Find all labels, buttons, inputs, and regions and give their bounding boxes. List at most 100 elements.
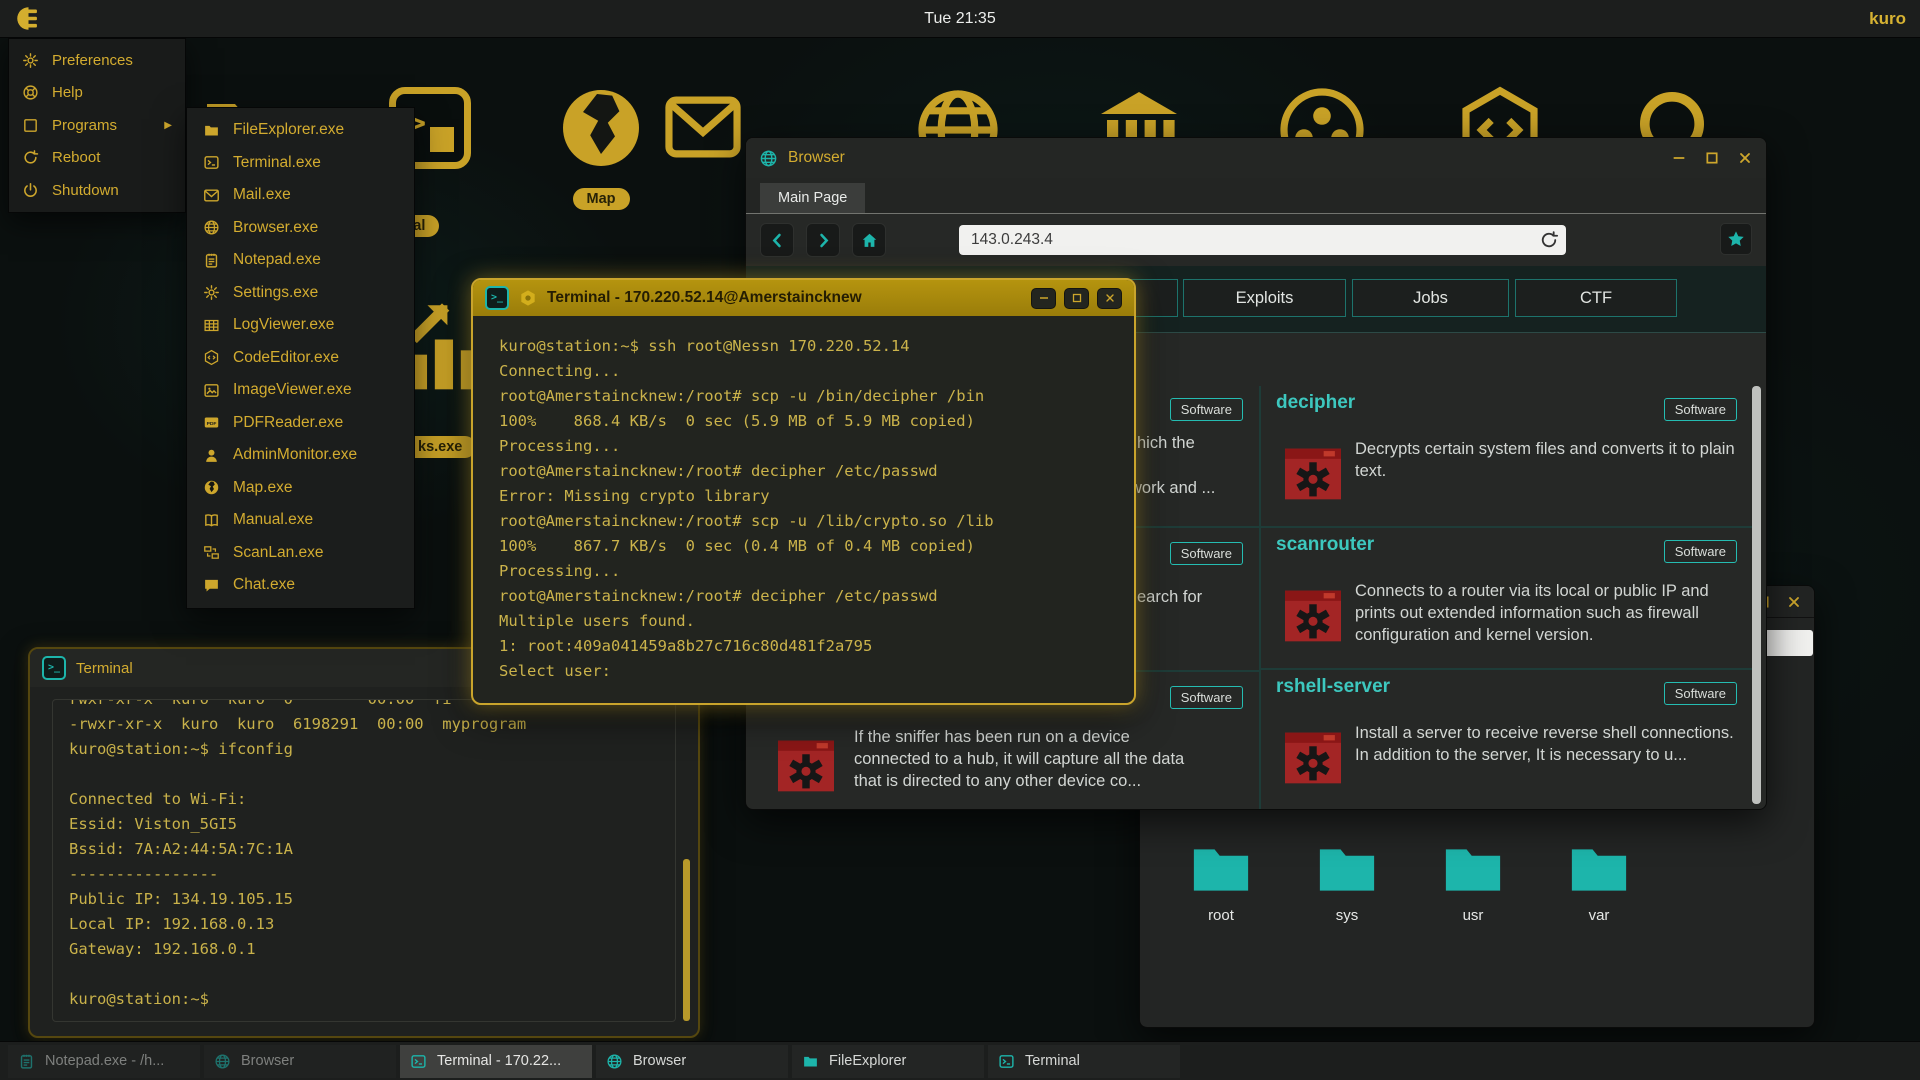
menu-item[interactable]: Reboot: [9, 142, 185, 175]
folder-item[interactable]: usr: [1438, 844, 1508, 924]
taskbar-item[interactable]: Notepad.exe - /h...: [8, 1045, 200, 1078]
terminal-line: Error: Missing crypto library: [499, 484, 1114, 509]
terminal-window-remote: >_ Terminal - 170.220.52.14@Amerstainckn…: [471, 278, 1136, 705]
menu-item[interactable]: Shutdown: [9, 174, 185, 207]
taskbar-item-icon: [606, 1053, 623, 1070]
menu-item[interactable]: CodeEditor.exe: [187, 342, 414, 375]
url-text: 143.0.243.4: [971, 231, 1053, 249]
menu-item[interactable]: ScanLan.exe: [187, 537, 414, 570]
close-button[interactable]: [1097, 288, 1122, 309]
programs-submenu: FileExplorer.exe Terminal.exe Mail.exe B…: [186, 107, 415, 609]
folder-item[interactable]: sys: [1312, 844, 1382, 924]
menu-item[interactable]: Map.exe: [187, 472, 414, 505]
back-button[interactable]: [760, 223, 794, 257]
menu-item-label: Preferences: [52, 52, 133, 69]
terminal-titlebar[interactable]: >_ Terminal - 170.220.52.14@Amerstainckn…: [473, 280, 1134, 316]
tray-icon[interactable]: [1729, 8, 1750, 29]
bookmark-button[interactable]: [1720, 223, 1752, 255]
menu-item[interactable]: Manual.exe: [187, 504, 414, 537]
close-icon: [1104, 292, 1116, 304]
browser-tab-main-page[interactable]: Main Page: [760, 183, 865, 213]
folder-item[interactable]: root: [1186, 844, 1256, 924]
menu-item-icon: [203, 219, 220, 236]
page-tab-exploits[interactable]: Exploits: [1183, 279, 1346, 317]
tray-icon[interactable]: [1764, 8, 1785, 29]
url-bar[interactable]: 143.0.243.4: [959, 225, 1566, 255]
mail-icon: [660, 84, 746, 170]
os-logo-icon[interactable]: [15, 5, 42, 32]
page-tab-ctf[interactable]: CTF: [1515, 279, 1677, 317]
browser-navbar: 143.0.243.4: [746, 214, 1766, 266]
folder-item[interactable]: var: [1564, 844, 1634, 924]
browser-scrollbar[interactable]: [1752, 386, 1761, 804]
software-title[interactable]: rshell-server: [1276, 676, 1390, 698]
menu-item[interactable]: LogViewer.exe: [187, 309, 414, 342]
terminal-line: 100% 868.4 KB/s 0 sec (5.9 MB of 5.9 MB …: [499, 409, 1114, 434]
refresh-icon[interactable]: [1539, 230, 1559, 250]
taskbar-item[interactable]: Terminal: [988, 1045, 1180, 1078]
menu-item[interactable]: PDF PDFReader.exe: [187, 407, 414, 440]
home-icon: [860, 231, 879, 250]
menu-item[interactable]: Notepad.exe: [187, 244, 414, 277]
menu-item[interactable]: Programs ▶: [9, 109, 185, 142]
maximize-button[interactable]: [1064, 288, 1089, 309]
terminal-line: ----------------: [69, 862, 659, 887]
tray-icon[interactable]: [1694, 8, 1715, 29]
menu-item[interactable]: Preferences: [9, 44, 185, 77]
software-title[interactable]: decipher: [1276, 392, 1355, 414]
maximize-icon[interactable]: [1704, 150, 1720, 166]
menu-item-icon: [22, 84, 39, 101]
menu-item-icon: [203, 154, 220, 171]
tray-icon[interactable]: [1624, 8, 1645, 29]
tray-icon[interactable]: [1834, 8, 1855, 29]
browser-titlebar[interactable]: Browser: [746, 138, 1766, 178]
tray-icon[interactable]: [1799, 8, 1820, 29]
desktop-icon-mail[interactable]: [648, 84, 758, 170]
close-icon[interactable]: [1737, 150, 1753, 166]
folder-label: usr: [1438, 907, 1508, 924]
menu-item[interactable]: AdminMonitor.exe: [187, 439, 414, 472]
menu-item-icon: [203, 252, 220, 269]
terminal-line: kuro@station:~$ ifconfig: [69, 737, 659, 762]
minimize-button[interactable]: [1031, 288, 1056, 309]
close-icon[interactable]: [1786, 594, 1802, 610]
page-tab-jobs[interactable]: Jobs: [1352, 279, 1509, 317]
menu-item[interactable]: Settings.exe: [187, 277, 414, 310]
menu-item[interactable]: Browser.exe: [187, 212, 414, 245]
system-tray: kuro: [1624, 8, 1920, 29]
terminal-scrollbar[interactable]: [683, 859, 690, 1021]
software-badge: Software: [1170, 542, 1243, 565]
taskbar-item[interactable]: Terminal - 170.22...: [400, 1045, 592, 1078]
menu-item-label: Reboot: [52, 149, 100, 166]
folder-icon: [1568, 844, 1630, 896]
menu-item-icon: [203, 577, 220, 594]
taskbar-item[interactable]: Browser: [596, 1045, 788, 1078]
minimize-icon: [1038, 292, 1050, 304]
menu-item[interactable]: ImageViewer.exe: [187, 374, 414, 407]
menu-item-icon: [203, 382, 220, 399]
menu-item-label: ScanLan.exe: [233, 544, 324, 562]
menu-item[interactable]: Terminal.exe: [187, 147, 414, 180]
svg-text:PDF: PDF: [207, 421, 217, 427]
menu-item[interactable]: Chat.exe: [187, 569, 414, 602]
menu-item-icon: [22, 117, 39, 134]
software-title[interactable]: scanrouter: [1276, 534, 1374, 556]
username[interactable]: kuro: [1869, 9, 1906, 29]
menu-item-label: Help: [52, 84, 83, 101]
software-app-icon: [774, 734, 838, 798]
forward-button[interactable]: [806, 223, 840, 257]
menu-item[interactable]: Mail.exe: [187, 179, 414, 212]
desktop-icon-map[interactable]: Map: [536, 80, 666, 210]
taskbar-item[interactable]: Browser: [204, 1045, 396, 1078]
tray-icon[interactable]: [1659, 8, 1680, 29]
taskbar-item[interactable]: FileExplorer: [792, 1045, 984, 1078]
menu-item[interactable]: Help: [9, 77, 185, 110]
software-app-icon: [1281, 584, 1345, 648]
software-description: If the sniffer has been run on a device …: [854, 726, 1206, 792]
minimize-icon[interactable]: [1671, 150, 1687, 166]
menu-item-label: Mail.exe: [233, 186, 291, 204]
taskbar-item-label: Terminal: [1025, 1053, 1080, 1069]
software-badge: Software: [1170, 686, 1243, 709]
home-button[interactable]: [852, 223, 886, 257]
menu-item[interactable]: FileExplorer.exe: [187, 114, 414, 147]
